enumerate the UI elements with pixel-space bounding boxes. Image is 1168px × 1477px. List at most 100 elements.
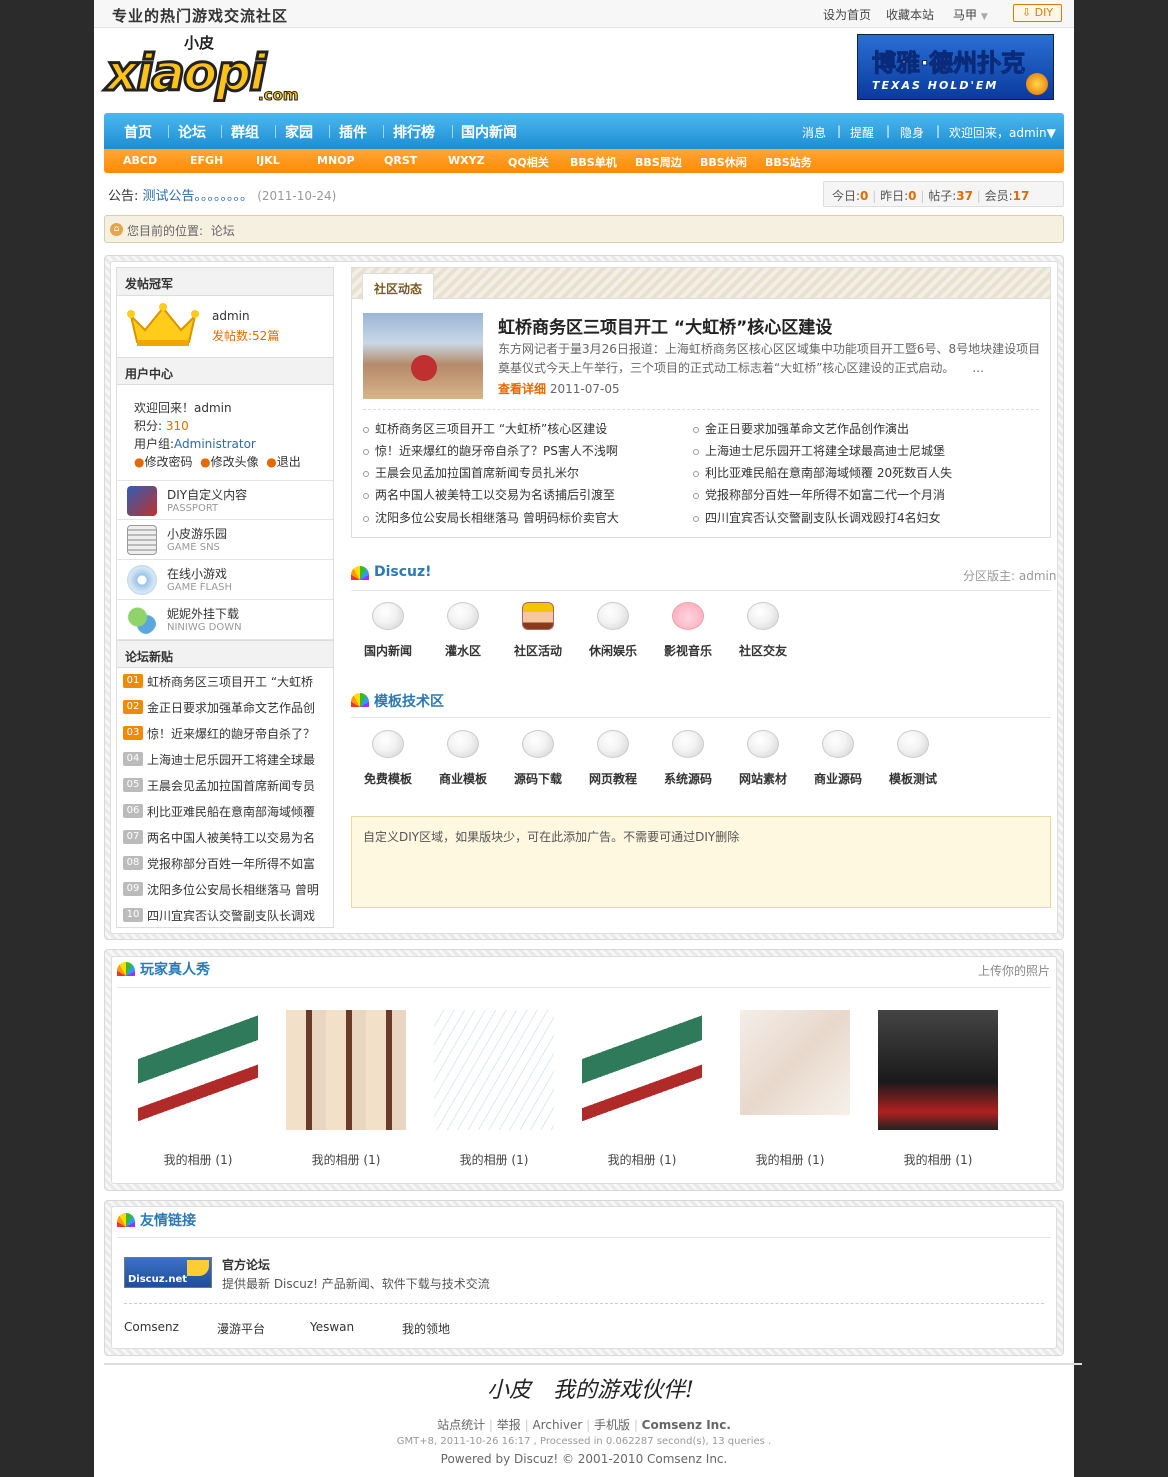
app-game-sns[interactable]: 小皮游乐园 GAME SNS [117, 520, 333, 560]
post-title[interactable]: 惊！近来爆红的龅牙帝自杀了？ [147, 725, 327, 742]
album-photo[interactable] [286, 1010, 406, 1130]
post-title[interactable]: 王晨会见孟加拉国首席新闻专员 [147, 777, 327, 794]
bookmark-link[interactable]: 收藏本站 [886, 6, 934, 23]
news-item[interactable]: 虹桥商务区三项目开工 “大虹桥”核心区建设 [363, 420, 607, 437]
footer-mobile-link[interactable]: 手机版 [594, 1418, 630, 1432]
user-menu[interactable]: 马甲 ▼ [953, 6, 988, 23]
post-title[interactable]: 党报称部分百姓一年所得不如富 [147, 855, 327, 872]
tab-community[interactable]: 社区动态 [362, 273, 434, 300]
app-diy[interactable]: DIY自定义内容 PASSPORT [117, 480, 333, 520]
post-title[interactable]: 上海迪士尼乐园开工将建全球最 [147, 751, 327, 768]
album-caption[interactable]: 我的相册 (1) [572, 1151, 712, 1168]
footer-comsenz-link[interactable]: Comsenz Inc. [642, 1418, 731, 1432]
news-item[interactable]: 王晨会见孟加拉国首席新闻专员扎米尔 [363, 464, 579, 481]
nav-forum[interactable]: 论坛 [178, 122, 206, 142]
subnav-item[interactable]: WXYZ [448, 154, 485, 167]
forum-commercial-source[interactable]: 商业源码 [803, 730, 873, 787]
forum-system-source[interactable]: 系统源码 [653, 730, 723, 787]
subnav-item[interactable]: QQ相关 [508, 154, 549, 170]
champion-name[interactable]: admin [212, 309, 250, 323]
forum-media[interactable]: 影视音乐 [653, 602, 723, 659]
album-caption[interactable]: 我的相册 (1) [720, 1151, 860, 1168]
album-caption[interactable]: 我的相册 (1) [868, 1151, 1008, 1168]
news-item[interactable]: 沈阳多位公安局长相继落马 曾明码标价卖官大 [363, 509, 619, 526]
subnav-item[interactable]: BBS休闲 [700, 154, 747, 170]
forum-template-test[interactable]: 模板测试 [878, 730, 948, 787]
album-photo[interactable] [434, 1010, 554, 1130]
news-item[interactable]: 上海迪士尼乐园开工将建全球最高迪士尼城堡 [693, 442, 945, 459]
nav-home-space[interactable]: 家园 [285, 122, 313, 142]
forum-site-material[interactable]: 网站素材 [728, 730, 798, 787]
app-flash-game[interactable]: 在线小游戏 GAME FLASH [117, 560, 333, 600]
section-title-photos[interactable]: 玩家真人秀 [140, 959, 210, 979]
nav-messages[interactable]: 消息 [802, 124, 826, 141]
friend-link[interactable]: Yeswan [310, 1320, 354, 1334]
change-avatar-link[interactable]: 修改头像 [211, 455, 259, 469]
section-title-template[interactable]: 模板技术区 [374, 691, 444, 711]
nav-news[interactable]: 国内新闻 [461, 122, 517, 142]
news-item[interactable]: 利比亚难民船在意南部海域倾覆 20死数百人失 [693, 464, 952, 481]
nav-home[interactable]: 首页 [124, 122, 152, 142]
diy-button[interactable]: ⇩ DIY [1013, 4, 1062, 22]
read-more-link[interactable]: 查看详细 [498, 382, 546, 396]
forum-commercial-template[interactable]: 商业模板 [428, 730, 498, 787]
news-item[interactable]: 四川宜宾否认交警副支队长调戏殴打4名妇女 [693, 509, 941, 526]
subnav-item[interactable]: ABCD [123, 154, 157, 167]
subnav-item[interactable]: BBS站务 [765, 154, 812, 170]
friend-link[interactable]: Comsenz [124, 1320, 179, 1334]
news-item[interactable]: 金正日要求加强革命文艺作品创作演出 [693, 420, 909, 437]
friend-link[interactable]: 漫游平台 [217, 1320, 265, 1337]
subnav-item[interactable]: QRST [384, 154, 417, 167]
forum-leisure[interactable]: 休闲娱乐 [578, 602, 648, 659]
nav-plugin[interactable]: 插件 [339, 122, 367, 142]
forum-free-template[interactable]: 免费模板 [353, 730, 423, 787]
subnav-item[interactable]: BBS周边 [635, 154, 682, 170]
headline-title[interactable]: 虹桥商务区三项目开工 “大虹桥”核心区建设 [498, 313, 832, 338]
forum-news[interactable]: 国内新闻 [353, 602, 423, 659]
album-photo[interactable] [740, 1010, 850, 1115]
post-title[interactable]: 沈阳多位公安局长相继落马 曾明 [147, 881, 327, 898]
site-logo[interactable]: 小皮 xiaopi .com [104, 32, 314, 110]
breadcrumb-current[interactable]: 论坛 [211, 224, 235, 238]
news-item[interactable]: 党报称部分百姓一年所得不如富二代一个月消 [693, 486, 945, 503]
album-photo[interactable] [138, 1010, 258, 1130]
news-item[interactable]: 两名中国人被美特工以交易为名诱捕后引渡至 [363, 486, 615, 503]
logout-link[interactable]: 退出 [277, 455, 301, 469]
forum-source-download[interactable]: 源码下载 [503, 730, 573, 787]
forum-social[interactable]: 社区交友 [728, 602, 798, 659]
headline-image[interactable] [363, 313, 483, 399]
nav-user-welcome[interactable]: 欢迎回来，admin▼ [949, 124, 1056, 141]
upload-photo-link[interactable]: 上传你的照片 [978, 962, 1050, 979]
footer-stats-link[interactable]: 站点统计 [437, 1418, 485, 1432]
nav-notices[interactable]: 提醒 [850, 124, 874, 141]
post-title[interactable]: 虹桥商务区三项目开工 “大虹桥 [147, 673, 327, 690]
set-home-link[interactable]: 设为首页 [823, 6, 871, 23]
nav-invisible[interactable]: 隐身 [900, 124, 924, 141]
album-caption[interactable]: 我的相册 (1) [276, 1151, 416, 1168]
album-caption[interactable]: 我的相册 (1) [424, 1151, 564, 1168]
section-title-discuz[interactable]: Discuz! [374, 564, 432, 580]
announcement-link[interactable]: 测试公告。。。。。。。。 [143, 189, 254, 204]
app-download[interactable]: 妮妮外挂下载 NINIWG DOWN [117, 600, 333, 640]
forum-web-tutorial[interactable]: 网页教程 [578, 730, 648, 787]
change-password-link[interactable]: 修改密码 [144, 455, 192, 469]
album-photo[interactable] [582, 1010, 702, 1130]
discuz-logo[interactable]: Discuz.net [124, 1257, 212, 1288]
subnav-item[interactable]: BBS单机 [570, 154, 617, 170]
album-photo[interactable] [878, 1010, 998, 1130]
album-caption[interactable]: 我的相册 (1) [128, 1151, 268, 1168]
footer-report-link[interactable]: 举报 [497, 1418, 521, 1432]
group-value[interactable]: Administrator [174, 437, 256, 451]
subnav-item[interactable]: MNOP [317, 154, 355, 167]
ad-banner[interactable]: 博雅·德州扑克 TEXAS HOLD'EM [857, 34, 1054, 100]
official-forum-link[interactable]: 官方论坛 [222, 1256, 270, 1273]
news-item[interactable]: 惊！近来爆红的龅牙帝自杀了？PS害人不浅啊 [363, 442, 618, 459]
post-title[interactable]: 四川宜宾否认交警副支队长调戏 [147, 907, 327, 924]
subnav-item[interactable]: IJKL [256, 154, 280, 167]
friend-link[interactable]: 我的领地 [402, 1320, 450, 1337]
post-title[interactable]: 两名中国人被美特工以交易为名 [147, 829, 327, 846]
nav-group[interactable]: 群组 [231, 122, 259, 142]
nav-ranking[interactable]: 排行榜 [393, 122, 435, 142]
post-title[interactable]: 金正日要求加强革命文艺作品创 [147, 699, 327, 716]
subnav-item[interactable]: EFGH [190, 154, 223, 167]
